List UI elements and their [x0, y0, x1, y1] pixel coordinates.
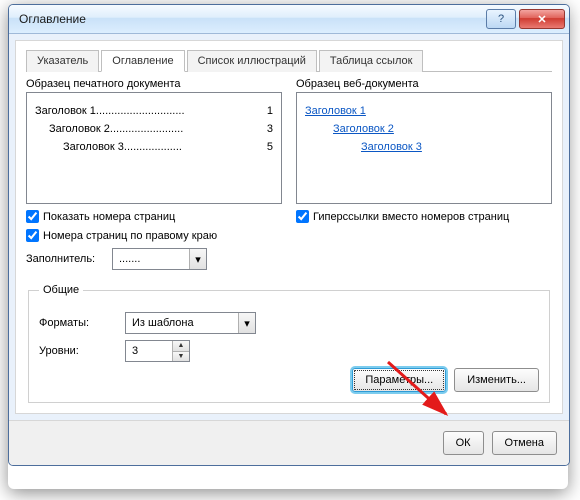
web-preview-label: Образец веб-документа	[296, 78, 552, 90]
right-align-checkbox[interactable]	[26, 229, 39, 242]
modify-button[interactable]: Изменить...	[454, 368, 539, 392]
web-link: Заголовок 2	[319, 123, 543, 135]
toc-entry: Заголовок 2	[49, 123, 110, 135]
web-link: Заголовок 1	[305, 105, 543, 117]
web-preview: Заголовок 1 Заголовок 2 Заголовок 3	[296, 92, 552, 204]
tab-leader-combo[interactable]: ....... ▾	[112, 248, 207, 270]
tab-index[interactable]: Указатель	[26, 50, 99, 72]
chevron-up-icon[interactable]: ▲	[173, 341, 189, 351]
chevron-down-icon: ▾	[189, 249, 206, 269]
show-page-numbers-label: Показать номера страниц	[43, 211, 175, 223]
ok-button[interactable]: ОК	[443, 431, 484, 455]
toc-page: 1	[263, 105, 273, 117]
tab-figures[interactable]: Список иллюстраций	[187, 50, 317, 72]
chevron-down-icon: ▾	[238, 313, 255, 333]
formats-combo[interactable]: Из шаблона ▾	[125, 312, 256, 334]
levels-spinner[interactable]: 3 ▲ ▼	[125, 340, 190, 362]
title-bar: Оглавление ? ✕	[9, 5, 569, 34]
show-page-numbers-checkbox[interactable]	[26, 210, 39, 223]
web-link: Заголовок 3	[333, 141, 543, 153]
general-legend: Общие	[39, 284, 83, 296]
formats-label: Форматы:	[39, 317, 119, 329]
levels-label: Уровни:	[39, 345, 119, 357]
toc-entry: Заголовок 1	[35, 105, 96, 117]
tab-leader-label: Заполнитель:	[26, 253, 106, 265]
print-preview-label: Образец печатного документа	[26, 78, 282, 90]
chevron-down-icon[interactable]: ▼	[173, 351, 189, 362]
tab-strip: Указатель Оглавление Список иллюстраций …	[26, 49, 552, 72]
hyperlinks-label: Гиперссылки вместо номеров страниц	[313, 211, 509, 223]
window-title: Оглавление	[19, 12, 483, 26]
right-align-label: Номера страниц по правому краю	[43, 230, 217, 242]
close-button[interactable]: ✕	[519, 9, 565, 29]
tab-toc[interactable]: Оглавление	[101, 50, 184, 72]
general-group: Общие Форматы: Из шаблона ▾ Уровни: 3 ▲ …	[28, 284, 550, 403]
toc-page: 3	[263, 123, 273, 135]
toc-entry: Заголовок 3	[63, 141, 124, 153]
help-button[interactable]: ?	[486, 9, 516, 29]
hyperlinks-checkbox[interactable]	[296, 210, 309, 223]
tab-authorities[interactable]: Таблица ссылок	[319, 50, 424, 72]
options-button[interactable]: Параметры...	[352, 368, 446, 392]
print-preview: Заголовок 1 ............................…	[26, 92, 282, 204]
cancel-button[interactable]: Отмена	[492, 431, 557, 455]
toc-page: 5	[263, 141, 273, 153]
